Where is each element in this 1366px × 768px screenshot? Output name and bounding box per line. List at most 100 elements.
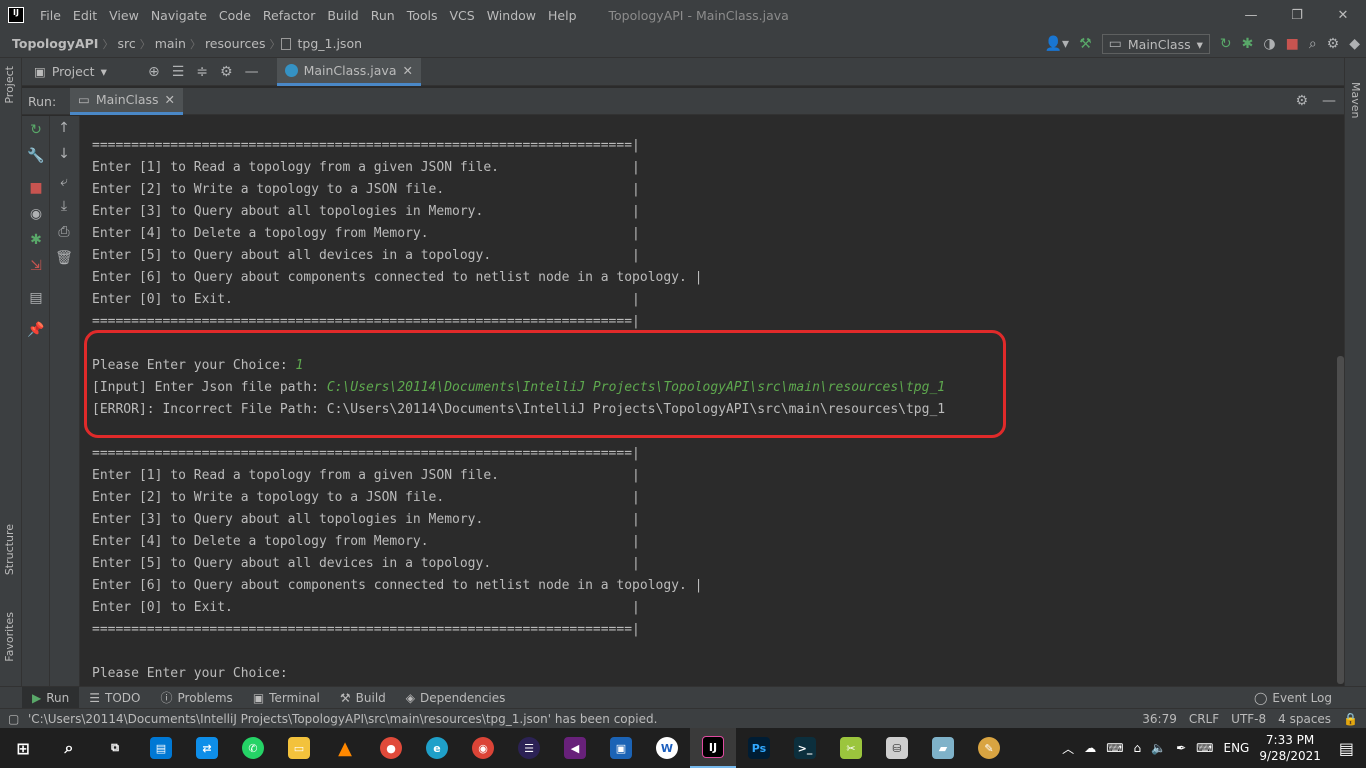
rerun-icon[interactable]: ↻ xyxy=(22,122,50,138)
menu-navigate[interactable]: Navigate xyxy=(145,8,213,23)
tab-terminal[interactable]: ▣ Terminal xyxy=(243,687,330,709)
exit-icon[interactable]: ⇲ xyxy=(22,258,50,274)
gear-icon[interactable]: ⚙ xyxy=(220,64,233,80)
stop-icon[interactable]: ■ xyxy=(22,180,50,196)
debug-icon[interactable]: ✱ xyxy=(22,232,50,248)
pen-icon[interactable]: ✒ xyxy=(1176,741,1186,755)
rerun-icon[interactable]: ↻ xyxy=(1220,36,1232,52)
menu-window[interactable]: Window xyxy=(481,8,542,23)
restore-button[interactable]: ❐ xyxy=(1274,0,1320,30)
notifications-icon[interactable]: ▤ xyxy=(1339,739,1354,758)
close-window-button[interactable]: ✕ xyxy=(1320,0,1366,30)
tab-event-log[interactable]: ◯ Event Log xyxy=(1244,687,1342,709)
input-indicator-icon[interactable]: ⌨ xyxy=(1106,741,1123,755)
hide-icon[interactable]: — xyxy=(245,64,259,80)
stop-icon[interactable]: ■ xyxy=(1286,36,1299,52)
taskbar-app-intellij[interactable]: IJ xyxy=(690,728,736,768)
console-output[interactable]: ========================================… xyxy=(80,116,1336,686)
taskbar-app-cmd[interactable]: >_ xyxy=(782,728,828,768)
file-encoding[interactable]: UTF-8 xyxy=(1231,712,1266,726)
gear-icon[interactable]: ⚙ xyxy=(1295,93,1308,109)
taskbar-app-explorer[interactable]: ▭ xyxy=(276,728,322,768)
start-button[interactable]: ⊞ xyxy=(0,728,46,768)
line-separator[interactable]: CRLF xyxy=(1189,712,1219,726)
menu-run[interactable]: Run xyxy=(365,8,401,23)
taskbar-app-teamviewer[interactable]: ⇄ xyxy=(184,728,230,768)
search-icon[interactable]: ⌕ xyxy=(1309,36,1317,52)
taskbar-app-chrome[interactable]: ◉ xyxy=(460,728,506,768)
taskbar-app-snipping[interactable]: ✂ xyxy=(828,728,874,768)
intellij-logo-icon[interactable]: IJ xyxy=(8,7,24,23)
menu-help[interactable]: Help xyxy=(542,8,583,23)
plugin-icon[interactable]: ◆ xyxy=(1349,36,1360,52)
close-icon[interactable]: ✕ xyxy=(402,63,412,78)
trash-icon[interactable]: 🗑 xyxy=(50,250,78,266)
layout-icon[interactable]: ▤ xyxy=(22,290,50,306)
taskbar-app-visual-studio[interactable]: ◀ xyxy=(552,728,598,768)
breadcrumb-main[interactable]: main xyxy=(151,36,190,51)
minimize-button[interactable]: — xyxy=(1228,0,1274,30)
taskbar-app-notes[interactable]: ▣ xyxy=(598,728,644,768)
menu-file[interactable]: File xyxy=(34,8,67,23)
scroll-to-end-icon[interactable]: ⤓ xyxy=(50,198,78,214)
network-icon[interactable]: ⌂ xyxy=(1134,741,1142,755)
tab-build[interactable]: ⚒ Build xyxy=(330,687,396,709)
scrollbar-thumb[interactable] xyxy=(1337,356,1344,684)
user-icon[interactable]: 👤▾ xyxy=(1045,36,1069,52)
print-icon[interactable]: ⎙ xyxy=(50,224,78,240)
language-indicator[interactable]: ENG xyxy=(1223,741,1249,755)
expand-all-icon[interactable]: ☰ xyxy=(172,64,185,80)
taskbar-app-eclipse[interactable]: ☰ xyxy=(506,728,552,768)
arrow-down-icon[interactable]: ↓ xyxy=(50,146,78,162)
keyboard-icon[interactable]: ⌨ xyxy=(1196,741,1213,755)
menu-build[interactable]: Build xyxy=(321,8,364,23)
camera-icon[interactable]: ◉ xyxy=(22,206,50,222)
project-view-dropdown[interactable]: ▣ Project ▾ xyxy=(22,64,140,79)
wrench-icon[interactable]: 🔧 xyxy=(22,148,50,164)
locate-icon[interactable]: ⊕ xyxy=(148,64,160,80)
tab-problems[interactable]: ⓘ Problems xyxy=(150,687,242,709)
taskbar-app-pet[interactable]: ● xyxy=(368,728,414,768)
menu-code[interactable]: Code xyxy=(213,8,257,23)
hide-icon[interactable]: — xyxy=(1322,93,1336,109)
tab-dependencies[interactable]: ◈ Dependencies xyxy=(396,687,516,709)
chevron-up-icon[interactable]: ︿ xyxy=(1062,740,1074,757)
build-hammer-icon[interactable]: ⚒ xyxy=(1079,36,1092,52)
caret-position[interactable]: 36:79 xyxy=(1142,712,1177,726)
search-button[interactable]: ⌕ xyxy=(46,728,92,768)
clock[interactable]: 7:33 PM 9/28/2021 xyxy=(1259,732,1321,764)
taskbar-app-word[interactable]: W xyxy=(644,728,690,768)
cloud-icon[interactable]: ☁ xyxy=(1084,741,1096,755)
menu-view[interactable]: View xyxy=(103,8,145,23)
run-configuration-select[interactable]: ▭ MainClass ▾ xyxy=(1101,34,1210,54)
run-tab-mainclass[interactable]: ▭ MainClass ✕ xyxy=(70,87,184,115)
coverage-icon[interactable]: ◑ xyxy=(1263,36,1275,52)
taskbar-app-store[interactable]: ▤ xyxy=(138,728,184,768)
taskbar-app-whatsapp[interactable]: ✆ xyxy=(230,728,276,768)
collapse-all-icon[interactable]: ≑ xyxy=(196,64,208,80)
status-toggle-icon[interactable]: ▢ xyxy=(8,712,19,726)
lock-icon[interactable]: 🔒 xyxy=(1343,712,1358,726)
soft-wrap-icon[interactable]: ⤶ xyxy=(50,174,78,190)
volume-icon[interactable]: 🔈 xyxy=(1151,741,1166,755)
console-scrollbar[interactable] xyxy=(1336,116,1344,686)
arrow-up-icon[interactable]: ↑ xyxy=(50,120,78,136)
taskbar-app-edge[interactable]: e xyxy=(414,728,460,768)
breadcrumb-src[interactable]: src xyxy=(113,36,139,51)
pin-icon[interactable]: 📌 xyxy=(22,322,50,338)
maven-tool-window-button[interactable]: Maven xyxy=(1349,82,1362,118)
taskbar-app-photoshop[interactable]: Ps xyxy=(736,728,782,768)
breadcrumb-file[interactable]: tpg_1.json xyxy=(294,36,367,51)
favorites-tool-window-button[interactable]: Favorites xyxy=(3,612,16,662)
task-view-button[interactable]: ⧉ xyxy=(92,728,138,768)
menu-refactor[interactable]: Refactor xyxy=(257,8,321,23)
structure-tool-window-button[interactable]: Structure xyxy=(3,524,16,575)
close-icon[interactable]: ✕ xyxy=(165,92,175,107)
breadcrumb-resources[interactable]: resources xyxy=(201,36,270,51)
indent-setting[interactable]: 4 spaces xyxy=(1278,712,1331,726)
gear-icon[interactable]: ⚙ xyxy=(1327,36,1340,52)
breadcrumb-project[interactable]: TopologyAPI xyxy=(0,36,102,51)
taskbar-app-vlc[interactable]: ▲ xyxy=(322,728,368,768)
menu-edit[interactable]: Edit xyxy=(67,8,103,23)
menu-tools[interactable]: Tools xyxy=(401,8,444,23)
